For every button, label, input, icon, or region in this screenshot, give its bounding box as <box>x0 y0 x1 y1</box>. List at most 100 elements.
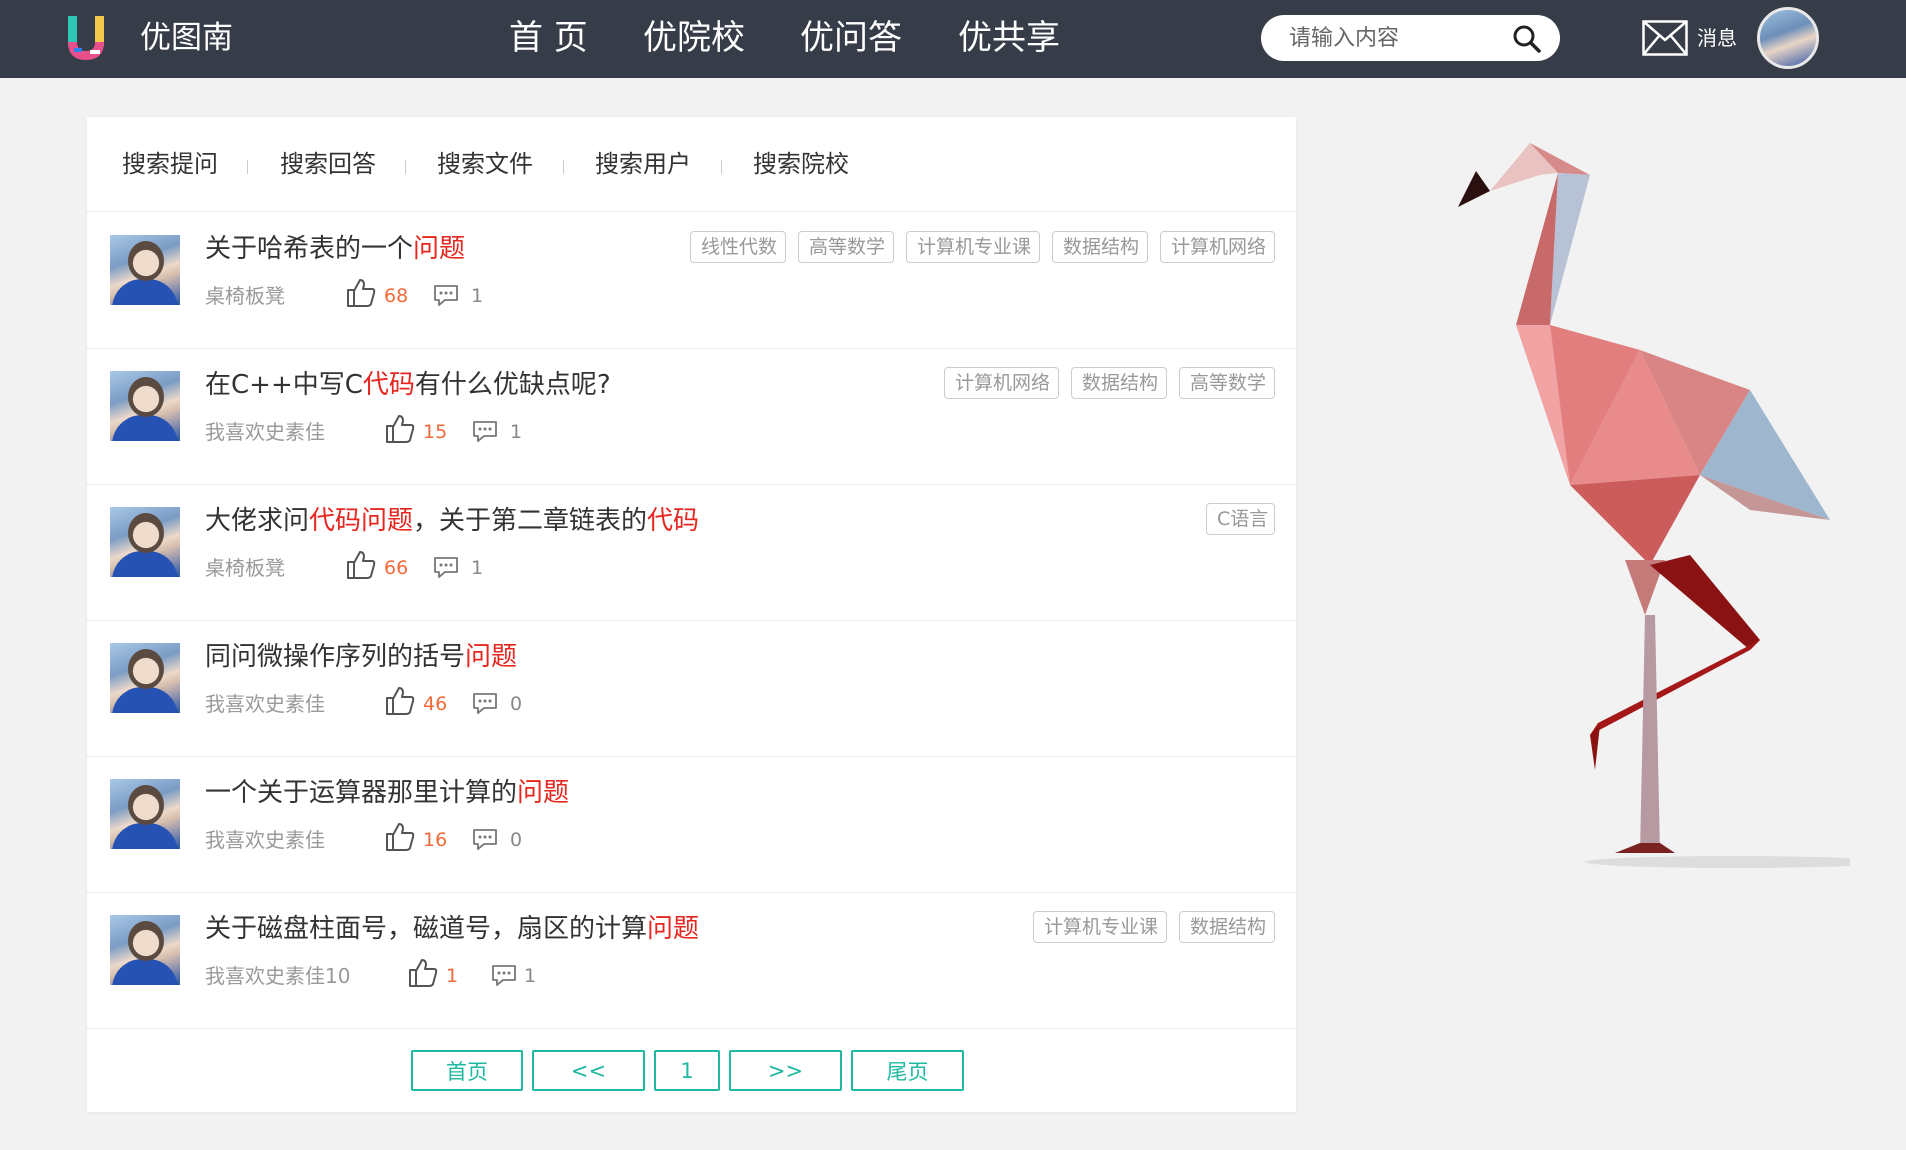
comment-count: 0 <box>510 829 523 851</box>
like-count: 16 <box>423 829 448 851</box>
like-count: 68 <box>384 285 409 307</box>
title-text: 大佬求问 <box>205 506 310 536</box>
top-navigation-bar: 优图南 首 页 优院校 优问答 优共享 消息 <box>0 0 1906 78</box>
tab-divider <box>247 160 248 174</box>
thumbs-up-icon[interactable] <box>384 413 416 445</box>
envelope-icon[interactable] <box>1642 20 1688 56</box>
title-keyword-highlight: 代码 <box>647 506 700 536</box>
title-text: 关于磁盘柱面号，磁道号，扇区的计算 <box>205 914 648 944</box>
comment-count: 1 <box>471 285 484 307</box>
subject-tag[interactable]: 高等数学 <box>1179 367 1275 399</box>
comment-count: 1 <box>510 421 523 443</box>
tab-search-answers[interactable]: 搜索回答 <box>280 148 376 180</box>
comment-icon[interactable] <box>433 283 459 307</box>
question-title[interactable]: 大佬求问代码问题，关于第二章链表的代码 <box>205 504 699 538</box>
thumbs-up-icon[interactable] <box>345 549 377 581</box>
comment-icon[interactable] <box>472 419 498 443</box>
tab-search-schools[interactable]: 搜索院校 <box>753 148 849 180</box>
first-page-button[interactable]: 首页 <box>411 1050 523 1091</box>
search-results-card: 搜索提问 搜索回答 搜索文件 搜索用户 搜索院校 关于哈希表的一个问题桌椅板凳 6… <box>87 117 1296 1112</box>
like-count: 15 <box>423 421 448 443</box>
comment-icon[interactable] <box>472 827 498 851</box>
like-count: 1 <box>446 965 459 987</box>
logo-icon[interactable] <box>66 14 106 62</box>
subject-tag[interactable]: 计算机专业课 <box>1033 911 1167 943</box>
tab-search-files[interactable]: 搜索文件 <box>437 148 533 180</box>
title-text: ，关于第二章链表的 <box>413 506 648 536</box>
question-title[interactable]: 一个关于运算器那里计算的问题 <box>205 776 569 810</box>
title-text: 有什么优缺点呢? <box>414 370 611 400</box>
author-avatar[interactable] <box>110 371 180 441</box>
question-row[interactable]: 在C++中写C代码有什么优缺点呢? 我喜欢史素佳 15 1 高等数学 数据结构 计算机网络 <box>87 349 1296 485</box>
author-name[interactable]: 桌椅板凳 <box>205 555 285 581</box>
question-title[interactable]: 同问微操作序列的括号问题 <box>205 640 517 674</box>
author-avatar[interactable] <box>110 235 180 305</box>
flamingo-illustration <box>1458 143 1850 868</box>
subject-tag[interactable]: 计算机网络 <box>944 367 1059 399</box>
author-avatar[interactable] <box>110 507 180 577</box>
author-name[interactable]: 我喜欢史素佳 <box>205 691 325 717</box>
author-avatar[interactable] <box>110 915 180 985</box>
subject-tag[interactable]: 计算机网络 <box>1160 231 1275 263</box>
subject-tag[interactable]: 数据结构 <box>1052 231 1148 263</box>
messages-link[interactable]: 消息 <box>1697 25 1737 51</box>
author-name[interactable]: 我喜欢史素佳10 <box>205 963 350 989</box>
search-icon[interactable] <box>1512 24 1542 54</box>
title-keyword-highlight: 问题 <box>647 914 700 944</box>
subject-tag[interactable]: 数据结构 <box>1179 911 1275 943</box>
question-title[interactable]: 在C++中写C代码有什么优缺点呢? <box>205 368 611 402</box>
question-row[interactable]: 同问微操作序列的括号问题 我喜欢史素佳 46 0 <box>87 621 1296 757</box>
thumbs-up-icon[interactable] <box>384 685 416 717</box>
author-name[interactable]: 我喜欢史素佳 <box>205 827 325 853</box>
nav-share[interactable]: 优共享 <box>958 18 1060 58</box>
comment-count: 0 <box>510 693 523 715</box>
subject-tag[interactable]: 数据结构 <box>1071 367 1167 399</box>
thumbs-up-icon[interactable] <box>345 277 377 309</box>
subject-tag[interactable]: 计算机专业课 <box>906 231 1040 263</box>
like-count: 66 <box>384 557 409 579</box>
comment-icon[interactable] <box>433 555 459 579</box>
question-row[interactable]: 一个关于运算器那里计算的问题我喜欢史素佳 16 0 <box>87 757 1296 893</box>
page-1-button[interactable]: 1 <box>654 1050 720 1091</box>
nav-home[interactable]: 首 页 <box>509 18 588 58</box>
title-keyword-highlight: 问题 <box>517 778 570 808</box>
search-box <box>1261 15 1560 61</box>
title-text: 在C++中写C <box>205 370 363 400</box>
user-avatar[interactable] <box>1757 7 1819 69</box>
last-page-button[interactable]: 尾页 <box>851 1050 964 1091</box>
subject-tag[interactable]: C语言 <box>1206 503 1275 535</box>
author-name[interactable]: 我喜欢史素佳 <box>205 419 325 445</box>
tab-search-questions[interactable]: 搜索提问 <box>122 148 218 180</box>
next-page-button[interactable]: >> <box>729 1050 842 1091</box>
title-keyword-highlight: 代码 <box>362 370 415 400</box>
tab-search-users[interactable]: 搜索用户 <box>595 148 691 180</box>
thumbs-up-icon[interactable] <box>407 957 439 989</box>
question-title[interactable]: 关于哈希表的一个问题 <box>205 232 465 266</box>
prev-page-button[interactable]: << <box>532 1050 645 1091</box>
comment-icon[interactable] <box>491 963 517 987</box>
comment-icon[interactable] <box>472 691 498 715</box>
brand-name[interactable]: 优图南 <box>140 18 233 58</box>
tab-divider <box>563 160 564 174</box>
nav-qa[interactable]: 优问答 <box>800 18 902 58</box>
title-keyword-highlight: 代码问题 <box>309 506 414 536</box>
thumbs-up-icon[interactable] <box>384 821 416 853</box>
question-title[interactable]: 关于磁盘柱面号，磁道号，扇区的计算问题 <box>205 912 699 946</box>
title-text: 一个关于运算器那里计算的 <box>205 778 518 808</box>
question-row[interactable]: 大佬求问代码问题，关于第二章链表的代码桌椅板凳 66 1 C语言 <box>87 485 1296 621</box>
question-row[interactable]: 关于磁盘柱面号，磁道号，扇区的计算问题我喜欢史素佳10 1 1 数据结构 计算机专业课 <box>87 893 1296 1029</box>
author-avatar[interactable] <box>110 643 180 713</box>
subject-tag[interactable]: 线性代数 <box>690 231 786 263</box>
subject-tag[interactable]: 高等数学 <box>798 231 894 263</box>
tab-divider <box>405 160 406 174</box>
nav-schools[interactable]: 优院校 <box>643 18 745 58</box>
comment-count: 1 <box>471 557 484 579</box>
title-keyword-highlight: 问题 <box>413 234 466 264</box>
author-avatar[interactable] <box>110 779 180 849</box>
author-name[interactable]: 桌椅板凳 <box>205 283 285 309</box>
title-keyword-highlight: 问题 <box>465 642 518 672</box>
search-input[interactable] <box>1289 22 1499 54</box>
question-row[interactable]: 关于哈希表的一个问题桌椅板凳 68 1 计算机网络 数据结构 计算机专业课 高等数学 线性代数 <box>87 213 1296 349</box>
comment-count: 1 <box>524 965 537 987</box>
search-type-tabs: 搜索提问 搜索回答 搜索文件 搜索用户 搜索院校 <box>87 117 1296 212</box>
